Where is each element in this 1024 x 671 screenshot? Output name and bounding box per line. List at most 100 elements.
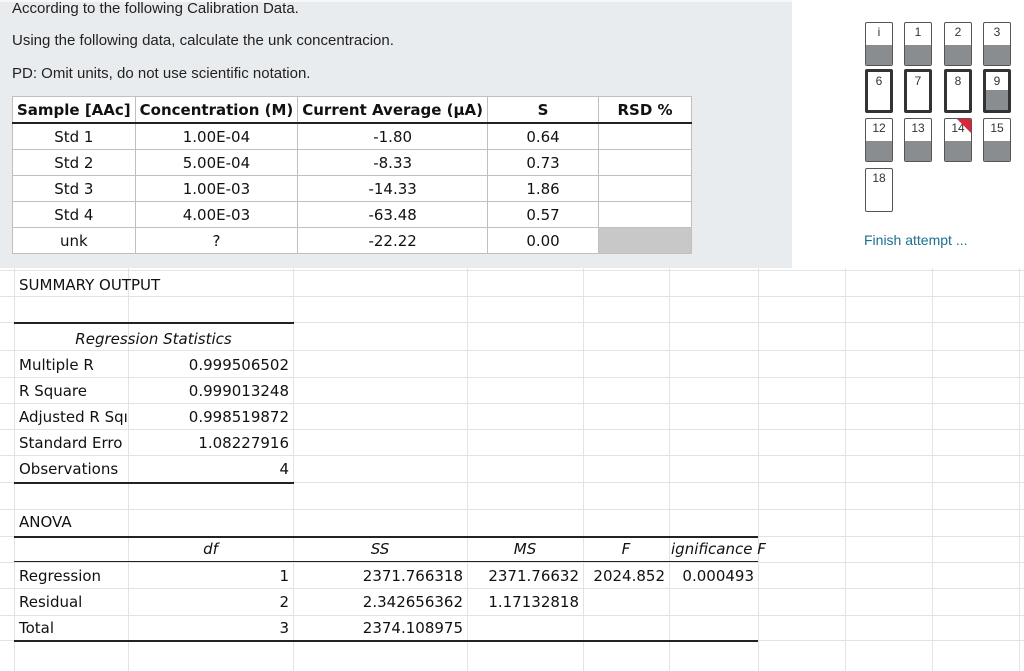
quiz-nav-item[interactable]: 12	[865, 118, 893, 162]
answered-indicator	[945, 45, 971, 65]
quiz-nav-number: i	[877, 25, 881, 39]
anova-f: 2024.852	[593, 567, 665, 585]
answered-indicator	[905, 45, 931, 65]
grid-line	[467, 268, 468, 671]
anova-df: 1	[279, 567, 289, 585]
grid-line	[1019, 268, 1020, 671]
regression-bottom-border	[14, 482, 294, 484]
cell-s: 0.73	[487, 149, 600, 176]
regression-statistics-title: Regression Statistics	[75, 330, 232, 348]
header-rsd: RSD %	[598, 96, 693, 124]
cell-concentration: 1.00E-04	[134, 122, 299, 150]
answered-indicator	[866, 141, 892, 161]
answered-indicator	[945, 141, 971, 161]
cell-current: -63.48	[297, 201, 489, 228]
finish-attempt-link[interactable]: Finish attempt ...	[864, 232, 967, 248]
grid-line	[0, 429, 1024, 430]
cell-rsd-shaded	[598, 227, 693, 254]
quiz-nav-number: 6	[875, 74, 883, 88]
grid-line	[845, 268, 846, 671]
question-line-3: PD: Omit units, do not use scientific no…	[12, 65, 311, 82]
grid-line	[0, 455, 1024, 456]
quiz-nav-item[interactable]: 2	[944, 22, 972, 66]
grid-line	[669, 268, 670, 671]
cell-sample: Std 1	[12, 122, 136, 150]
quiz-nav-number: 3	[993, 25, 1001, 39]
quiz-nav-item[interactable]: 6	[865, 69, 893, 113]
anova-header-df: df	[203, 540, 218, 558]
regression-top-border	[14, 322, 294, 324]
grid-line	[0, 350, 1024, 351]
question-line-2: Using the following data, calculate the …	[12, 32, 394, 49]
quiz-nav-number: 12	[872, 121, 886, 135]
cell-concentration: ?	[134, 227, 299, 254]
stat-label: Standard Erro	[19, 434, 123, 452]
quiz-nav-item[interactable]: 8	[944, 69, 972, 113]
grid-line	[0, 296, 1024, 297]
answered-indicator	[905, 141, 931, 161]
grid-line	[0, 588, 1024, 589]
anova-df: 3	[279, 619, 289, 637]
quiz-nav-item[interactable]: 7	[904, 69, 932, 113]
calibration-row: Std 3 1.00E-03 -14.33 1.86	[12, 175, 693, 202]
grid-line	[0, 509, 1024, 510]
grid-line	[128, 268, 129, 671]
quiz-nav-item[interactable]: i	[865, 22, 893, 66]
regression-sheet: SUMMARY OUTPUT Regression Statistics Mul…	[0, 268, 1024, 671]
grid-line	[0, 377, 1024, 378]
answered-indicator	[984, 141, 1010, 161]
answered-indicator	[866, 45, 892, 65]
quiz-nav-item[interactable]: 18	[865, 168, 893, 212]
grid-line	[932, 268, 933, 671]
anova-bottom-border	[14, 640, 758, 642]
anova-header-border	[14, 561, 758, 562]
grid-line	[583, 268, 584, 671]
anova-ss: 2.342656362	[362, 593, 463, 611]
anova-ms: 2371.76632	[488, 567, 579, 585]
cell-current: -22.22	[297, 227, 489, 254]
cell-rsd	[598, 149, 693, 176]
quiz-nav-item[interactable]: 14	[944, 118, 972, 162]
cell-current: -14.33	[297, 175, 489, 202]
cell-rsd	[598, 122, 693, 150]
grid-line	[0, 562, 1024, 563]
quiz-nav-number: 15	[990, 121, 1004, 135]
quiz-nav-item[interactable]: 3	[983, 22, 1011, 66]
calibration-row: Std 4 4.00E-03 -63.48 0.57	[12, 201, 693, 228]
cell-s: 0.00	[487, 227, 600, 254]
cell-rsd	[598, 201, 693, 228]
answered-indicator	[986, 90, 1008, 110]
stat-label: Adjusted R Sqı	[19, 408, 128, 426]
quiz-nav-number: 13	[911, 121, 925, 135]
anova-title: ANOVA	[19, 513, 72, 531]
anova-row-label: Residual	[19, 593, 83, 611]
question-line-1: According to the following Calibration D…	[12, 0, 299, 17]
cell-sample: Std 3	[12, 175, 136, 202]
quiz-nav-item[interactable]: 1	[904, 22, 932, 66]
quiz-nav-item[interactable]: 9	[983, 69, 1011, 113]
calibration-table: Sample [AAc] Concentration (M) Current A…	[12, 96, 693, 254]
grid-line	[0, 403, 1024, 404]
stat-value: 0.999013248	[188, 382, 289, 400]
grid-line	[14, 268, 15, 671]
quiz-nav-number: 1	[914, 25, 922, 39]
calibration-row-unk: unk ? -22.22 0.00	[12, 227, 693, 254]
grid-line	[0, 270, 1024, 271]
cell-sample: Std 4	[12, 201, 136, 228]
grid-line	[758, 268, 759, 671]
anova-ms: 1.17132818	[488, 593, 579, 611]
anova-header-ms: MS	[513, 540, 537, 558]
cell-s: 1.86	[487, 175, 600, 202]
quiz-nav-item[interactable]: 15	[983, 118, 1011, 162]
cell-current: -8.33	[297, 149, 489, 176]
cell-concentration: 1.00E-03	[134, 175, 299, 202]
anova-significance: 0.000493	[682, 567, 754, 585]
quiz-nav-item[interactable]: 13	[904, 118, 932, 162]
anova-header-ss: SS	[370, 540, 390, 558]
anova-top-border	[14, 536, 758, 538]
header-current-average: Current Average (μA)	[297, 96, 489, 124]
cell-s: 0.64	[487, 122, 600, 150]
stat-value: 0.998519872	[188, 408, 289, 426]
calibration-row: Std 2 5.00E-04 -8.33 0.73	[12, 149, 693, 176]
cell-current: -1.80	[297, 122, 489, 150]
